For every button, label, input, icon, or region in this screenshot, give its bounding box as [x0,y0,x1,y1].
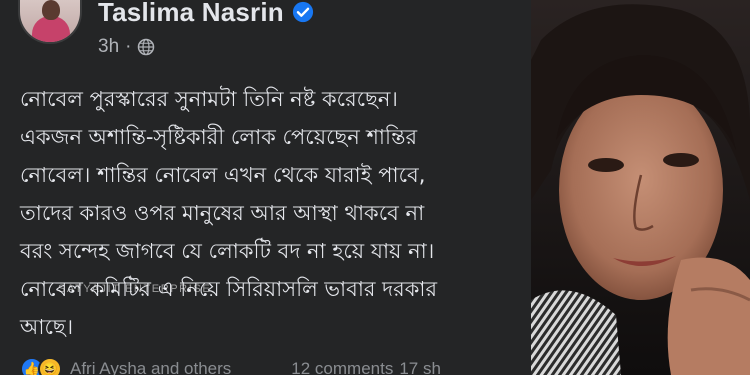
author-avatar[interactable] [18,0,82,44]
post-text-line: একজন অশান্তি-সৃষ্টিকারী লোক পেয়েছেন শান… [20,125,418,149]
reacted-by-link[interactable]: Afri Aysha and others [70,359,231,375]
post-meta: 3h · [98,36,155,58]
meta-separator: · [125,36,132,57]
post-body-text: নোবেল পুরস্কারের সুনামটা তিনি নষ্ট করেছে… [20,80,540,346]
author-name-link[interactable]: Taslima Nasrin [98,0,284,28]
post-author: Taslima Nasrin [98,0,314,28]
watermark-text: SATYAJIT ENTERPRISE [58,283,212,295]
portrait-photo [531,0,750,375]
verified-badge-icon [292,1,313,23]
facebook-post-card: Taslima Nasrin 3h · নোবেল পুরস্কারের সুন… [0,0,545,375]
post-text-line: নোবেল পুরস্কারের সুনামটা তিনি নষ্ট করেছে… [20,87,398,111]
post-text-line: আছে। [20,315,74,339]
post-text-line: তাদের কারও ওপর মানুষের আর আস্থা থাকবে না [20,201,425,225]
shares-count-link[interactable]: 17 sh [399,359,441,375]
haha-reaction-icon: 😆 [38,357,62,375]
reactions-bar: 👍 😆 Afri Aysha and others 12 comments 17… [20,357,540,375]
post-text-line: নোবেল। শান্তির নোবেল এখন থেকে যারাই পাবে… [20,163,426,187]
avatar-figure-body [32,16,70,42]
avatar-figure-head [42,0,60,20]
portrait-illustration [531,0,750,375]
comments-count-link[interactable]: 12 comments [291,359,393,375]
globe-icon[interactable] [137,38,155,56]
reaction-icons[interactable]: 👍 😆 [20,357,62,375]
post-timestamp-link[interactable]: 3h [98,36,119,58]
post-text-line: বরং সন্দেহ জাগবে যে লোকটি বদ না হয়ে যায… [20,239,435,263]
